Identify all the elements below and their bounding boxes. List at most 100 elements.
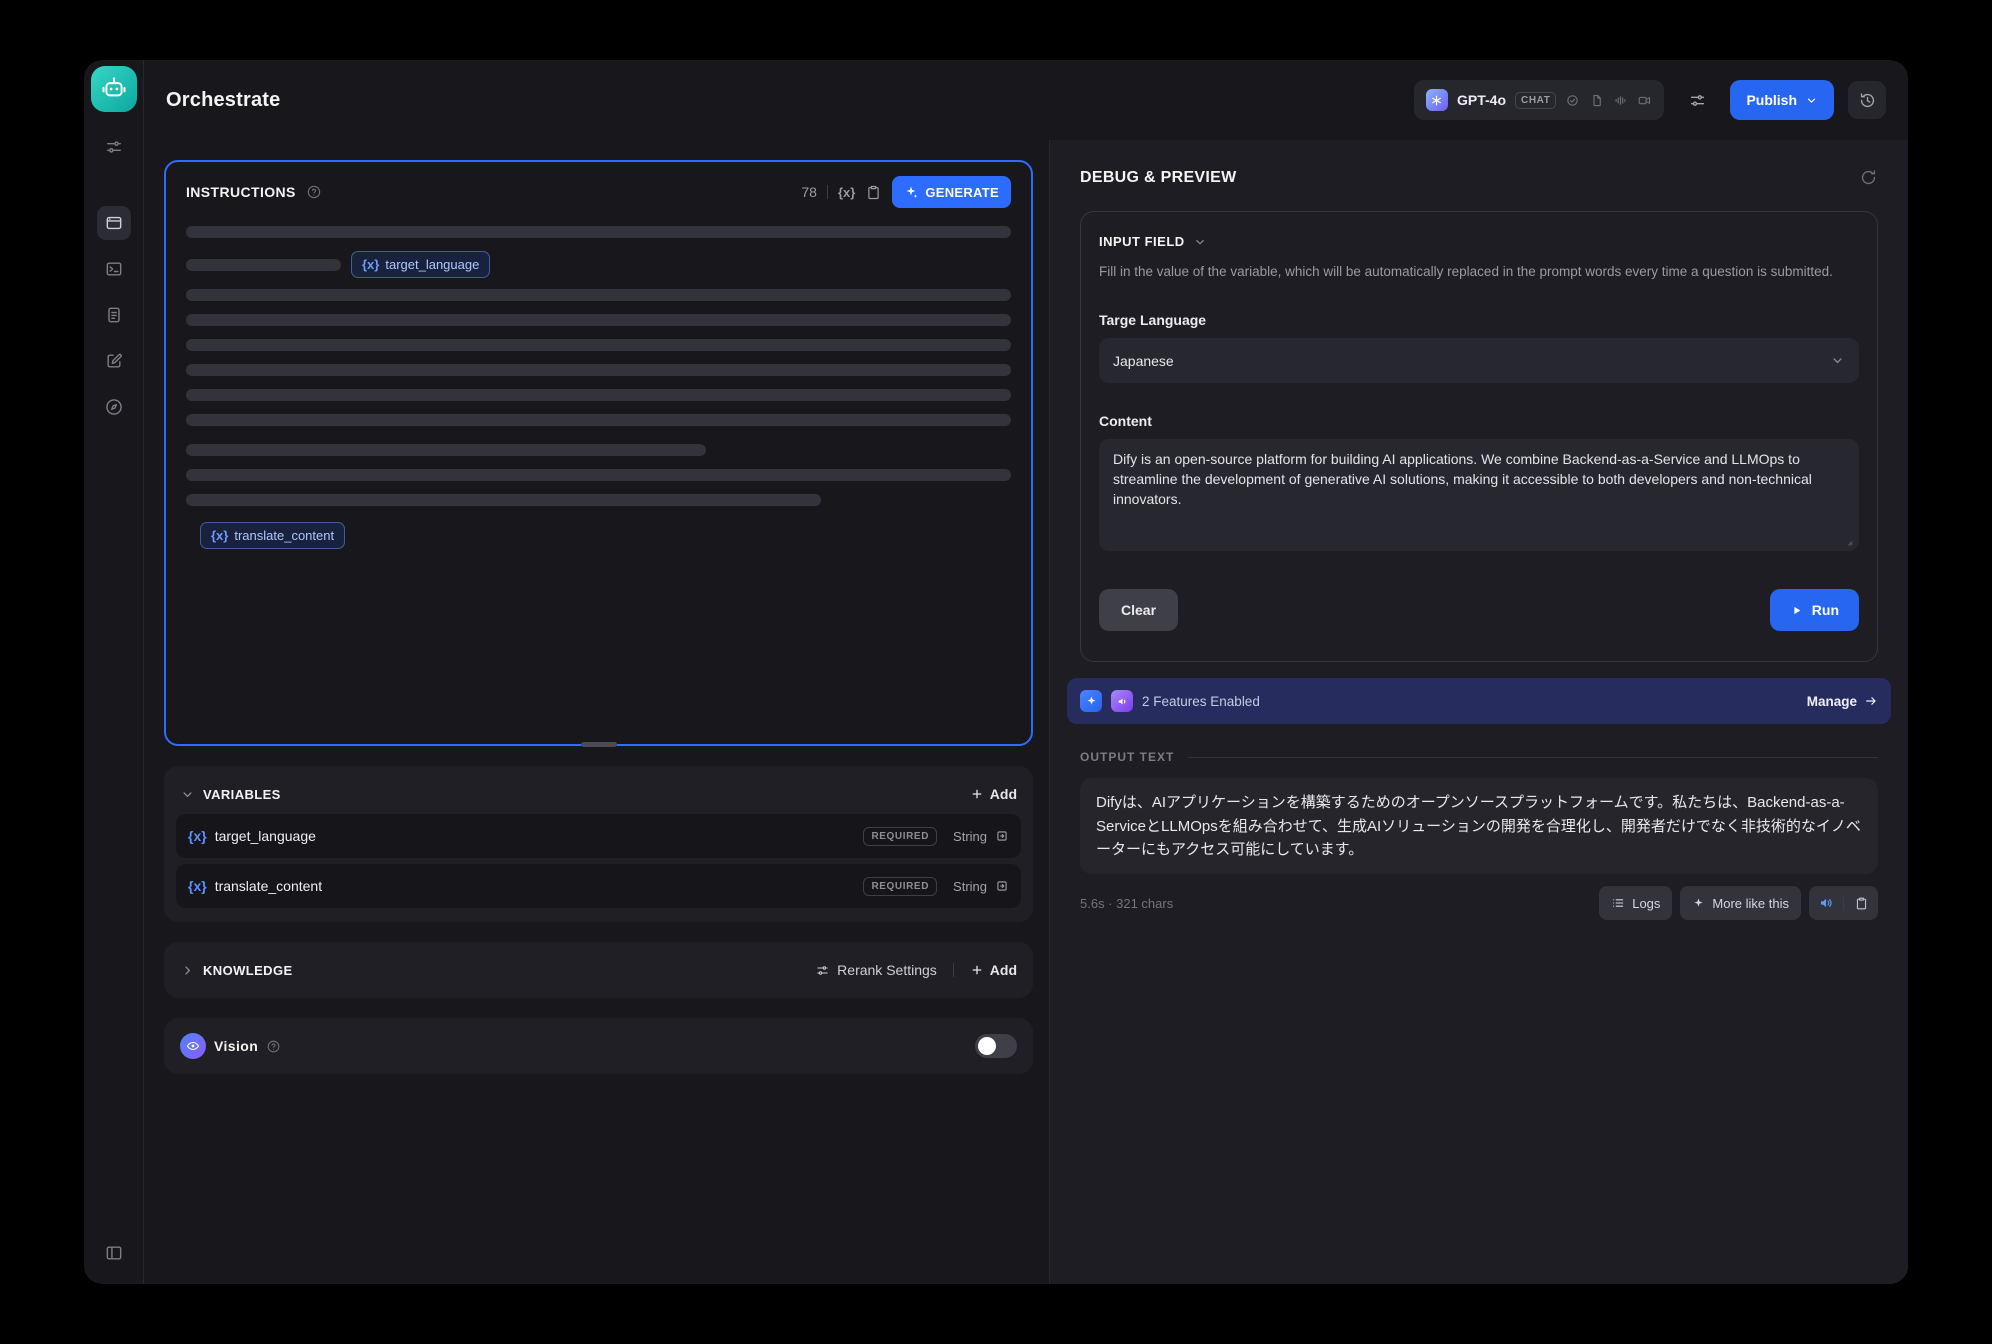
- divider: [953, 963, 954, 977]
- output-stats: 5.6s · 321 chars: [1080, 896, 1173, 911]
- speaker-button[interactable]: [1809, 886, 1843, 920]
- vision-toggle[interactable]: [975, 1034, 1017, 1058]
- vision-section: Vision: [164, 1018, 1033, 1074]
- version-history-button[interactable]: [1848, 81, 1886, 119]
- skeleton-line: [186, 339, 1011, 351]
- output-tools: [1809, 886, 1878, 920]
- capability-check-icon: [1565, 93, 1580, 108]
- capability-document-icon: [1589, 93, 1604, 108]
- model-mode-badge: CHAT: [1515, 92, 1556, 109]
- knowledge-header[interactable]: KNOWLEDGE Rerank Settings: [176, 950, 1021, 990]
- sliders-icon: [104, 137, 124, 157]
- variable-type-switch[interactable]: String: [953, 879, 1009, 894]
- top-bar: Orchestrate GPT-4o CHAT: [144, 60, 1908, 140]
- divider: [827, 185, 828, 199]
- publish-button[interactable]: Publish: [1730, 80, 1834, 120]
- sidebar-item-logs[interactable]: [97, 298, 131, 332]
- variable-type-label: String: [953, 829, 987, 844]
- variable-type-switch[interactable]: String: [953, 829, 1009, 844]
- output-title: OUTPUT TEXT: [1080, 750, 1174, 764]
- plus-icon: [970, 787, 984, 801]
- document-icon: [104, 305, 124, 325]
- debug-title: DEBUG & PREVIEW: [1080, 169, 1237, 187]
- input-field-title: INPUT FIELD: [1099, 234, 1185, 249]
- variable-row-target-language[interactable]: {x} target_language REQUIRED String: [176, 814, 1021, 858]
- resize-handle[interactable]: [581, 742, 617, 747]
- plus-icon: [970, 963, 984, 977]
- variable-chip-label: target_language: [385, 257, 479, 272]
- arrow-right-icon: [1864, 694, 1878, 708]
- capability-video-icon: [1637, 93, 1652, 108]
- skeleton-line: [186, 469, 1011, 481]
- variable-type-label: String: [953, 879, 987, 894]
- sidebar-item-orchestrate[interactable]: [97, 206, 131, 240]
- help-icon[interactable]: [266, 1039, 281, 1054]
- variable-glyph: {x}: [188, 828, 207, 844]
- skeleton-line: [186, 314, 1011, 326]
- sidebar-item-tune[interactable]: [97, 130, 131, 164]
- logs-button[interactable]: Logs: [1599, 886, 1672, 920]
- rerank-label: Rerank Settings: [837, 962, 937, 978]
- sidebar-item-explore[interactable]: [97, 390, 131, 424]
- skeleton-row: {x} target_language: [186, 251, 1011, 278]
- sidebar-item-terminal[interactable]: [97, 252, 131, 286]
- robot-icon: [100, 75, 128, 103]
- sparkle-icon: [904, 185, 918, 199]
- copy-output-button[interactable]: [1844, 886, 1878, 920]
- terminal-icon: [104, 259, 124, 279]
- content-textarea[interactable]: Dify is an open-source platform for buil…: [1099, 439, 1859, 551]
- app-logo[interactable]: [91, 66, 137, 112]
- output-header: OUTPUT TEXT: [1080, 750, 1878, 764]
- add-knowledge-button[interactable]: Add: [970, 962, 1017, 978]
- content-textarea-value: Dify is an open-source platform for buil…: [1113, 451, 1812, 507]
- top-bar-actions: GPT-4o CHAT: [1414, 80, 1886, 120]
- skeleton-line: [186, 494, 821, 506]
- copy-prompt-button[interactable]: [865, 184, 882, 201]
- feature-tts-icon: [1111, 690, 1133, 712]
- variable-chip-translate-content[interactable]: {x} translate_content: [200, 522, 345, 549]
- clear-button[interactable]: Clear: [1099, 589, 1178, 631]
- collapse-sidebar-button[interactable]: [97, 1236, 131, 1270]
- input-field-header[interactable]: INPUT FIELD: [1099, 234, 1859, 249]
- variable-glyph: {x}: [211, 528, 228, 543]
- debug-preview-panel: DEBUG & PREVIEW INPUT FIELD: [1050, 140, 1908, 1284]
- page-title: Orchestrate: [166, 89, 280, 112]
- chevron-down-icon: [1830, 353, 1845, 368]
- list-icon: [1611, 896, 1625, 910]
- variables-title: VARIABLES: [203, 787, 281, 802]
- manage-label: Manage: [1807, 694, 1857, 709]
- manage-features-button[interactable]: Manage: [1807, 694, 1878, 709]
- sidebar-item-annotation[interactable]: [97, 344, 131, 378]
- add-label: Add: [990, 962, 1017, 978]
- add-variable-button[interactable]: Add: [970, 786, 1017, 802]
- prompt-editor[interactable]: {x} target_language: [186, 226, 1011, 549]
- variable-chip-target-language[interactable]: {x} target_language: [351, 251, 490, 278]
- required-badge: REQUIRED: [863, 827, 937, 846]
- resize-corner-icon[interactable]: [1842, 535, 1854, 547]
- content-field-label: Content: [1099, 413, 1859, 429]
- restart-icon[interactable]: [1859, 168, 1878, 187]
- input-field-description: Fill in the value of the variable, which…: [1099, 262, 1859, 282]
- output-card: Difyは、AIアプリケーションを構築するためのオープンソースプラットフォームで…: [1080, 778, 1878, 874]
- variable-name: target_language: [215, 828, 316, 844]
- skeleton-line: [186, 364, 1011, 376]
- generate-button[interactable]: GENERATE: [892, 176, 1011, 208]
- sidebar-nav: [97, 206, 131, 424]
- capability-audio-icon: [1613, 93, 1628, 108]
- app-config-button[interactable]: [1678, 81, 1716, 119]
- model-name: GPT-4o: [1457, 92, 1506, 108]
- debug-header: DEBUG & PREVIEW: [1080, 168, 1878, 187]
- more-like-this-button[interactable]: More like this: [1680, 886, 1801, 920]
- run-button[interactable]: Run: [1770, 589, 1859, 631]
- variable-row-translate-content[interactable]: {x} translate_content REQUIRED String: [176, 864, 1021, 908]
- rerank-settings-button[interactable]: Rerank Settings: [815, 962, 937, 978]
- logs-label: Logs: [1632, 896, 1660, 911]
- divider: [1188, 757, 1878, 758]
- language-select[interactable]: Japanese: [1099, 338, 1859, 383]
- insert-variable-button[interactable]: {x}: [838, 185, 855, 200]
- variables-header[interactable]: VARIABLES Add: [176, 774, 1021, 814]
- help-icon[interactable]: [306, 184, 322, 200]
- model-selector[interactable]: GPT-4o CHAT: [1414, 80, 1664, 120]
- compass-icon: [104, 397, 124, 417]
- toggle-knob: [978, 1037, 996, 1055]
